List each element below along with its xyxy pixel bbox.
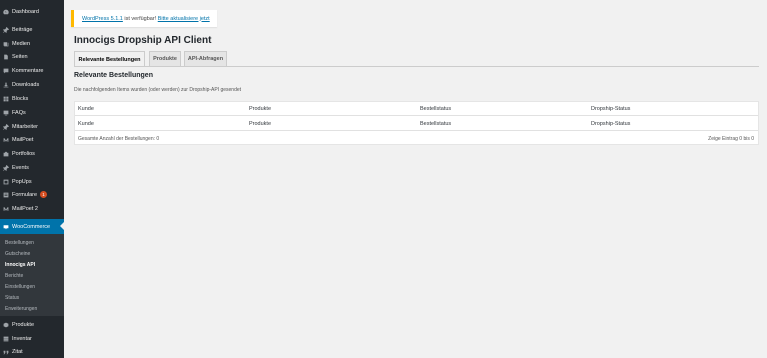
admin-sidebar: Dashboard Beiträge Medien Seiten Komment… [0, 0, 64, 358]
menu-label: Seiten [12, 53, 28, 60]
wordpress-version-link[interactable]: WordPress 5.1.1 [82, 16, 123, 22]
woocommerce-submenu: Bestellungen Gutscheine Innocigs API Ber… [0, 234, 64, 316]
table-info-bar: Gesamte Anzahl der Bestellungen: 0 Zeige… [75, 132, 758, 145]
submenu-extensions[interactable]: Erweiterungen [5, 306, 37, 312]
forms-icon [0, 192, 12, 198]
submenu-settings[interactable]: Einstellungen [5, 284, 35, 290]
section-description: Die nachfolgenden Items wurden (oder wer… [74, 87, 242, 93]
entries-info: Zeige Eintrag 0 bis 0 [708, 136, 754, 142]
faq-icon [0, 110, 12, 116]
download-icon [0, 82, 12, 88]
menu-inventory[interactable]: Inventar [0, 332, 64, 345]
menu-pages[interactable]: Seiten [0, 50, 64, 63]
table-header-row: Kunde Produkte Bestellstatus Dropship-St… [75, 102, 758, 116]
menu-popups[interactable]: PopUps [0, 175, 64, 188]
comment-icon [0, 68, 12, 74]
blocks-icon [0, 96, 12, 102]
column-header-products[interactable]: Produkte [249, 106, 271, 112]
menu-label: WooCommerce [12, 223, 51, 230]
menu-label: PopUps [12, 178, 32, 185]
dashboard-icon [0, 9, 12, 15]
submenu-innocigs-api[interactable]: Innocigs API [5, 262, 35, 268]
menu-label: Medien [12, 40, 31, 47]
column-header-order-status[interactable]: Bestellstatus [420, 106, 451, 112]
menu-forms[interactable]: Formulare 1 [0, 188, 64, 201]
menu-quote[interactable]: Zitat [0, 345, 64, 358]
menu-label: Downloads [12, 81, 40, 88]
menu-label: Produkte [12, 321, 35, 328]
pin-icon [0, 164, 12, 171]
total-orders-count: Gesamte Anzahl der Bestellungen: 0 [78, 136, 160, 142]
column-header-dropship-status[interactable]: Dropship-Status [591, 106, 630, 112]
popup-icon [0, 179, 12, 185]
menu-media[interactable]: Medien [0, 37, 64, 50]
submenu-orders[interactable]: Bestellungen [5, 240, 34, 246]
column-header-customer[interactable]: Kunde [78, 106, 94, 112]
notice-text: ist verfügbar! [122, 15, 158, 22]
menu-comments[interactable]: Kommentare [0, 64, 64, 77]
staff-icon [0, 123, 12, 130]
menu-label: Inventar [12, 335, 32, 342]
quote-icon [0, 349, 12, 355]
column-footer-products[interactable]: Produkte [249, 121, 271, 127]
column-footer-dropship-status[interactable]: Dropship-Status [591, 121, 630, 127]
menu-label: Beiträge [12, 26, 33, 33]
menu-faqs[interactable]: FAQs [0, 106, 64, 119]
menu-woocommerce[interactable]: WooCommerce [0, 219, 64, 234]
menu-mailpoet[interactable]: MailPoet [0, 133, 64, 146]
orders-table: Kunde Produkte Bestellstatus Dropship-St… [74, 101, 759, 145]
menu-label: Blocks [12, 95, 29, 102]
menu-label: FAQs [12, 109, 26, 116]
menu-label: MailPoet [12, 136, 34, 143]
menu-posts[interactable]: Beiträge [0, 23, 64, 36]
tab-relevant-orders[interactable]: Relevante Bestellungen [74, 51, 145, 67]
submenu-reports[interactable]: Berichte [5, 273, 23, 279]
menu-downloads[interactable]: Downloads [0, 78, 64, 91]
menu-label: Formulare [12, 191, 38, 198]
menu-portfolios[interactable]: Portfolios [0, 147, 64, 160]
menu-label: Dashboard [12, 8, 39, 15]
menu-products[interactable]: Produkte [0, 318, 64, 331]
update-count-badge: 1 [40, 191, 48, 198]
menu-label: Events [12, 164, 29, 171]
page-title: Innocigs Dropship API Client [74, 35, 212, 46]
pin-icon [0, 26, 12, 33]
menu-blocks[interactable]: Blocks [0, 92, 64, 105]
tab-divider [74, 66, 759, 67]
products-icon [0, 322, 12, 328]
page-icon [0, 54, 12, 60]
menu-dashboard[interactable]: Dashboard [0, 5, 64, 18]
table-footer-row: Kunde Produkte Bestellstatus Dropship-St… [75, 117, 758, 131]
update-now-link[interactable]: Bitte aktualisiere jetzt [158, 16, 210, 22]
menu-label: Zitat [12, 348, 23, 355]
mailpoet-icon [0, 206, 12, 212]
column-footer-order-status[interactable]: Bestellstatus [420, 121, 451, 127]
section-title: Relevante Bestellungen [74, 72, 153, 79]
submenu-coupons[interactable]: Gutscheine [5, 251, 30, 257]
woocommerce-icon [0, 224, 12, 230]
tab-products[interactable]: Produkte [149, 51, 181, 66]
inventory-icon [0, 336, 12, 342]
menu-staff[interactable]: Mitarbeiter [0, 120, 64, 133]
column-footer-customer[interactable]: Kunde [78, 121, 94, 127]
menu-label: Mitarbeiter [12, 123, 38, 130]
menu-label: MailPoet 2 [12, 205, 38, 212]
tab-api-requests[interactable]: API-Abfragen [184, 51, 227, 66]
mailpoet-icon [0, 137, 12, 143]
menu-label: Portfolios [12, 150, 35, 157]
menu-mailpoet-2[interactable]: MailPoet 2 [0, 202, 64, 215]
portfolio-icon [0, 151, 12, 157]
update-notice: WordPress 5.1.1 ist verfügbar! Bitte akt… [71, 10, 217, 27]
menu-events[interactable]: Events [0, 161, 64, 174]
submenu-status[interactable]: Status [5, 295, 19, 301]
menu-label: Kommentare [12, 67, 44, 74]
media-icon [0, 41, 12, 47]
